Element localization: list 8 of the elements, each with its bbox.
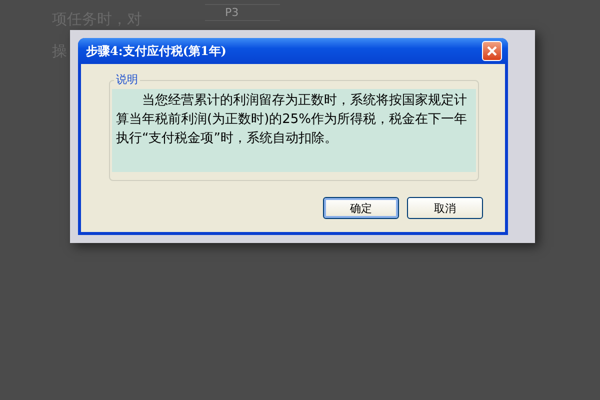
group-label: 说明 (114, 72, 140, 87)
close-icon (486, 45, 498, 57)
close-button[interactable] (482, 41, 502, 61)
description-text: 当您经营累计的利润留存为正数时，系统将按国家规定计算当年税前利润(为正数时)的25%作为所得税，税金在下一年执行“支付税金项”时，系统自动扣除。 (112, 89, 476, 172)
window-title: 步骤4:支付应付税(第1年) (86, 42, 226, 60)
ok-button[interactable]: 确定 (323, 197, 399, 219)
table-row-label: P3 (225, 6, 239, 19)
cancel-button[interactable]: 取消 (407, 197, 483, 219)
